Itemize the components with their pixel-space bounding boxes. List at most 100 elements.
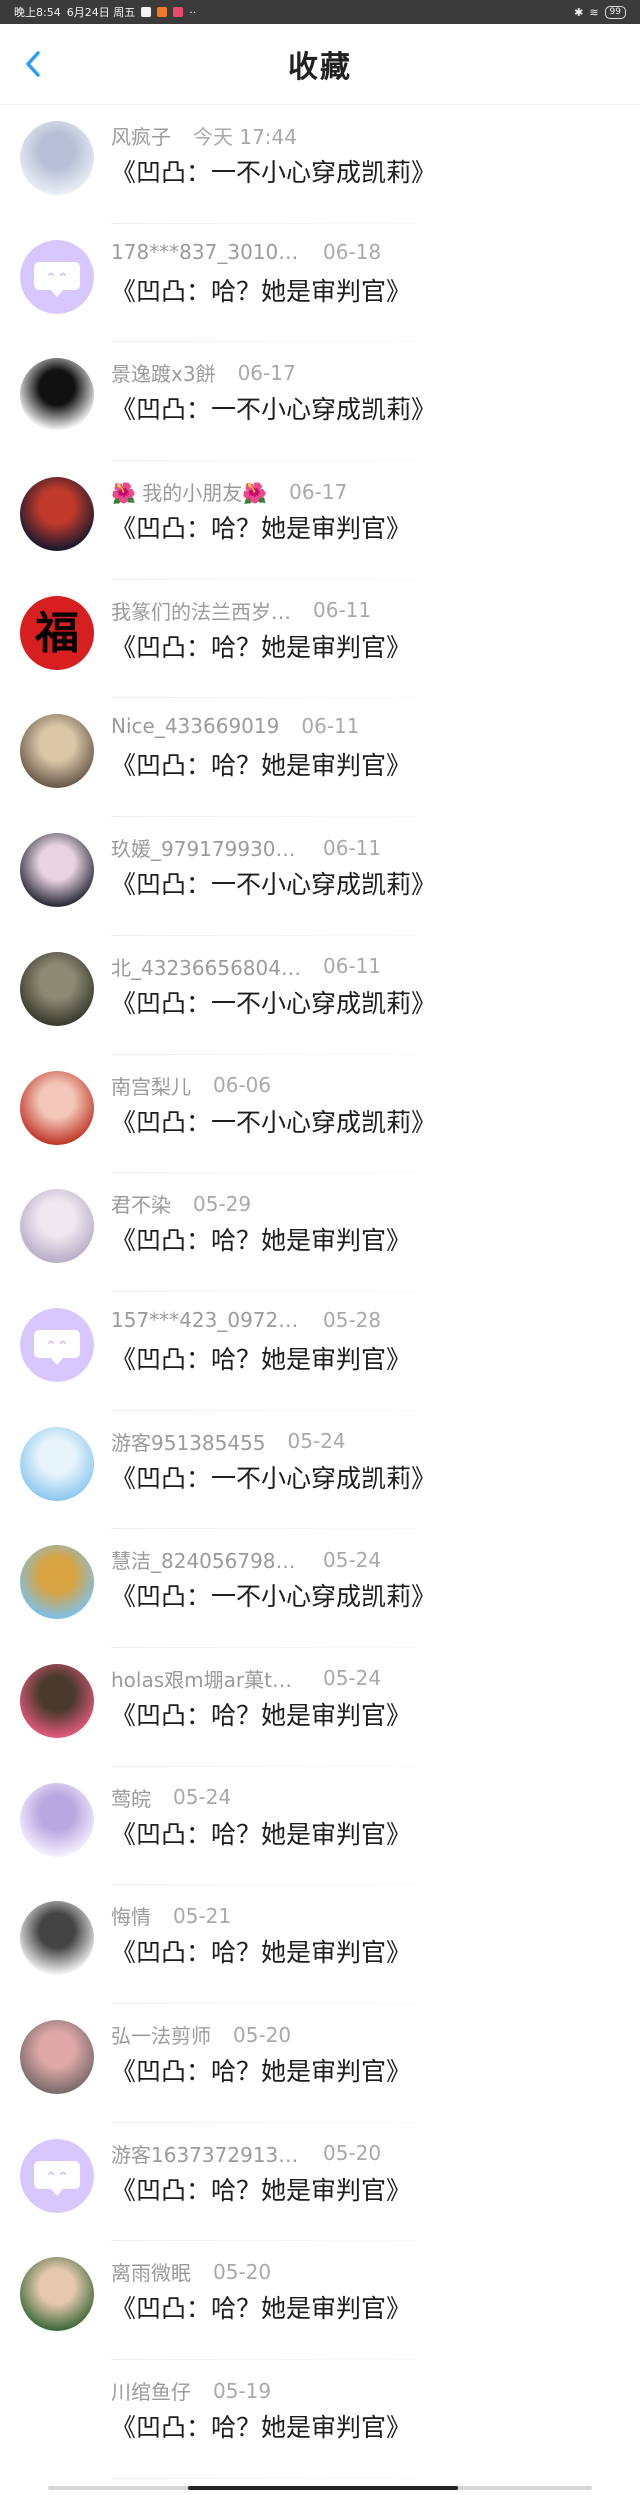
avatar[interactable] — [20, 2257, 94, 2332]
favorite-title[interactable]: 《凹凸：哈？她是审判官》 — [111, 1340, 411, 1376]
favorite-title[interactable]: 《凹凸：哈？她是审判官》 — [111, 2171, 411, 2207]
list-item[interactable]: 福 我篆们的法兰西岁… 06-11 《凹凸：哈？她是审判官》 — [0, 580, 640, 699]
list-item[interactable]: 风疯子 今天 17:44 《凹凸：一不小心穿成凯莉》 — [0, 105, 640, 224]
list-item[interactable]: 北_432366568043.. 06-11 《凹凸：一不小心穿成凯莉》 — [0, 936, 640, 1055]
list-item[interactable]: 🌺 我的小朋友🌺 06-17 《凹凸：哈？她是审判官》 — [0, 461, 640, 580]
favorite-title[interactable]: 《凹凸：一不小心穿成凯莉》 — [111, 865, 436, 901]
app-notification-icon — [173, 7, 184, 17]
avatar[interactable] — [20, 714, 94, 789]
favorite-title[interactable]: 《凹凸：哈？她是审判官》 — [111, 272, 411, 308]
user-name[interactable]: 弘一法剪师 — [111, 2020, 211, 2049]
item-date: 今天 17:44 — [193, 125, 297, 149]
list-item[interactable]: 弘一法剪师 05-20 《凹凸：哈？她是审判官》 — [0, 2004, 640, 2123]
item-date: 06-17 — [237, 360, 296, 385]
list-item[interactable]: 178***837_301087.. 06-18 《凹凸：哈？她是审判官》 — [0, 224, 640, 343]
user-name[interactable]: 景逸踱x3餅 — [111, 358, 216, 387]
back-button[interactable] — [16, 46, 52, 82]
list-item[interactable]: 莺皖 05-24 《凹凸：哈？她是审判官》 — [0, 1767, 640, 1886]
item-date: 05-28 — [323, 1307, 382, 1332]
avatar[interactable] — [20, 833, 94, 908]
favorite-title[interactable]: 《凹凸：哈？她是审判官》 — [111, 2289, 411, 2325]
item-meta: 178***837_301087.. 06-18 — [111, 240, 381, 264]
home-indicator[interactable] — [48, 2486, 592, 2490]
favorite-title[interactable]: 《凹凸：哈？她是审判官》 — [111, 746, 411, 782]
list-item[interactable]: 君不染 05-29 《凹凸：哈？她是审判官》 — [0, 1173, 640, 1292]
item-meta: 157***423_097200.. 05-28 — [111, 1308, 381, 1332]
list-item[interactable]: 悔情 05-21 《凹凸：哈？她是审判官》 — [0, 1885, 640, 2004]
avatar[interactable] — [20, 2020, 94, 2094]
wifi-icon: ≋ — [589, 5, 599, 19]
list-item[interactable]: 157***423_097200.. 05-28 《凹凸：哈？她是审判官》 — [0, 1292, 640, 1411]
user-name[interactable]: 莺皖 — [111, 1783, 151, 1812]
item-date: 05-24 — [323, 1547, 382, 1572]
user-name[interactable]: Nice_433669019 — [111, 714, 279, 738]
item-meta: 君不染 05-29 — [111, 1189, 251, 1218]
list-item[interactable]: 玖媛_97917993012.. 06-11 《凹凸：一不小心穿成凯莉》 — [0, 817, 640, 936]
user-name[interactable]: 悔情 — [111, 1901, 151, 1930]
avatar[interactable] — [20, 358, 94, 433]
avatar[interactable] — [20, 1901, 94, 1976]
favorite-title[interactable]: 《凹凸：一不小心穿成凯莉》 — [111, 153, 436, 189]
avatar[interactable] — [20, 121, 94, 195]
user-name[interactable]: 游客951385455 — [111, 1427, 266, 1456]
user-name[interactable]: 157***423_097200.. — [111, 1308, 301, 1332]
list-item[interactable]: Nice_433669019 06-11 《凹凸：哈？她是审判官》 — [0, 698, 640, 818]
item-date: 06-18 — [323, 239, 382, 264]
favorite-title[interactable]: 《凹凸：哈？她是审判官》 — [111, 628, 411, 664]
user-name[interactable]: 玖媛_97917993012.. — [111, 833, 301, 862]
avatar[interactable] — [20, 239, 94, 314]
favorite-title[interactable]: 《凹凸：一不小心穿成凯莉》 — [111, 1577, 436, 1613]
item-date: 05-24 — [287, 1429, 346, 1454]
favorite-title[interactable]: 《凹凸：哈？她是审判官》 — [111, 1933, 411, 1969]
list-item[interactable]: 游客951385455 05-24 《凹凸：一不小心穿成凯莉》 — [0, 1411, 640, 1530]
list-item[interactable]: holas艰m堋ar菓t智.. 05-24 《凹凸：哈？她是审判官》 — [0, 1648, 640, 1767]
favorite-title[interactable]: 《凹凸：一不小心穿成凯莉》 — [111, 984, 436, 1020]
favorite-title[interactable]: 《凹凸：一不小心穿成凯莉》 — [111, 390, 436, 426]
user-name[interactable]: 南宫梨儿 — [111, 1071, 191, 1100]
svg-text:福: 福 — [34, 608, 79, 659]
favorite-title[interactable]: 《凹凸：哈？她是审判官》 — [111, 1696, 411, 1732]
item-date: 06-11 — [323, 835, 382, 860]
user-name[interactable]: 我篆们的法兰西岁… — [111, 596, 291, 625]
list-item[interactable]: 游客163737291352.. 05-20 《凹凸：哈？她是审判官》 — [0, 2123, 640, 2242]
avatar[interactable] — [20, 1070, 94, 1145]
user-name[interactable]: 风疯子 — [111, 121, 171, 150]
favorite-title[interactable]: 《凹凸：一不小心穿成凯莉》 — [111, 1459, 436, 1495]
list-item[interactable]: 南宫梨儿 06-06 《凹凸：一不小心穿成凯莉》 — [0, 1055, 640, 1174]
favorite-title[interactable]: 《凹凸：哈？她是审判官》 — [111, 2408, 411, 2444]
user-name[interactable]: 北_432366568043.. — [111, 952, 301, 981]
list-item[interactable]: 离雨微眠 05-20 《凹凸：哈？她是审判官》 — [0, 2241, 640, 2361]
avatar[interactable] — [20, 2138, 94, 2213]
favorite-title[interactable]: 《凹凸：哈？她是审判官》 — [111, 1815, 411, 1851]
avatar[interactable] — [20, 1426, 94, 1501]
avatar[interactable] — [20, 477, 94, 552]
avatar[interactable]: 福 — [20, 595, 94, 670]
avatar[interactable] — [20, 951, 94, 1026]
avatar[interactable] — [20, 2376, 94, 2451]
avatar[interactable] — [20, 1307, 94, 1382]
avatar[interactable] — [20, 1189, 94, 1264]
item-meta: 离雨微眠 05-20 — [111, 2257, 271, 2286]
list-item[interactable]: 川绾鱼仔 05-19 《凹凸：哈？她是审判官》 — [0, 2360, 640, 2479]
page-title: 收藏 — [288, 50, 352, 85]
avatar[interactable] — [20, 1545, 94, 1620]
header: 收藏 — [0, 24, 640, 105]
user-name[interactable]: 川绾鱼仔 — [111, 2376, 191, 2405]
item-date: 05-19 — [213, 2378, 272, 2403]
favorite-title[interactable]: 《凹凸：哈？她是审判官》 — [111, 1221, 411, 1257]
user-name[interactable]: 🌺 我的小朋友🌺 — [111, 477, 267, 506]
favorite-title[interactable]: 《凹凸：一不小心穿成凯莉》 — [111, 1103, 436, 1139]
user-name[interactable]: holas艰m堋ar菓t智.. — [111, 1664, 301, 1693]
user-name[interactable]: 离雨微眠 — [111, 2257, 191, 2286]
user-name[interactable]: 178***837_301087.. — [111, 240, 301, 264]
user-name[interactable]: 慧洁_8240567985… — [111, 1545, 301, 1574]
list-item[interactable]: 景逸踱x3餅 06-17 《凹凸：一不小心穿成凯莉》 — [0, 342, 640, 462]
item-date: 06-11 — [301, 714, 360, 739]
favorite-title[interactable]: 《凹凸：哈？她是审判官》 — [111, 509, 411, 545]
user-name[interactable]: 游客163737291352.. — [111, 2139, 301, 2168]
favorite-title[interactable]: 《凹凸：哈？她是审判官》 — [111, 2052, 411, 2088]
avatar[interactable] — [20, 1663, 94, 1738]
avatar[interactable] — [20, 1782, 94, 1857]
list-item[interactable]: 慧洁_8240567985… 05-24 《凹凸：一不小心穿成凯莉》 — [0, 1529, 640, 1648]
user-name[interactable]: 君不染 — [111, 1189, 171, 1218]
